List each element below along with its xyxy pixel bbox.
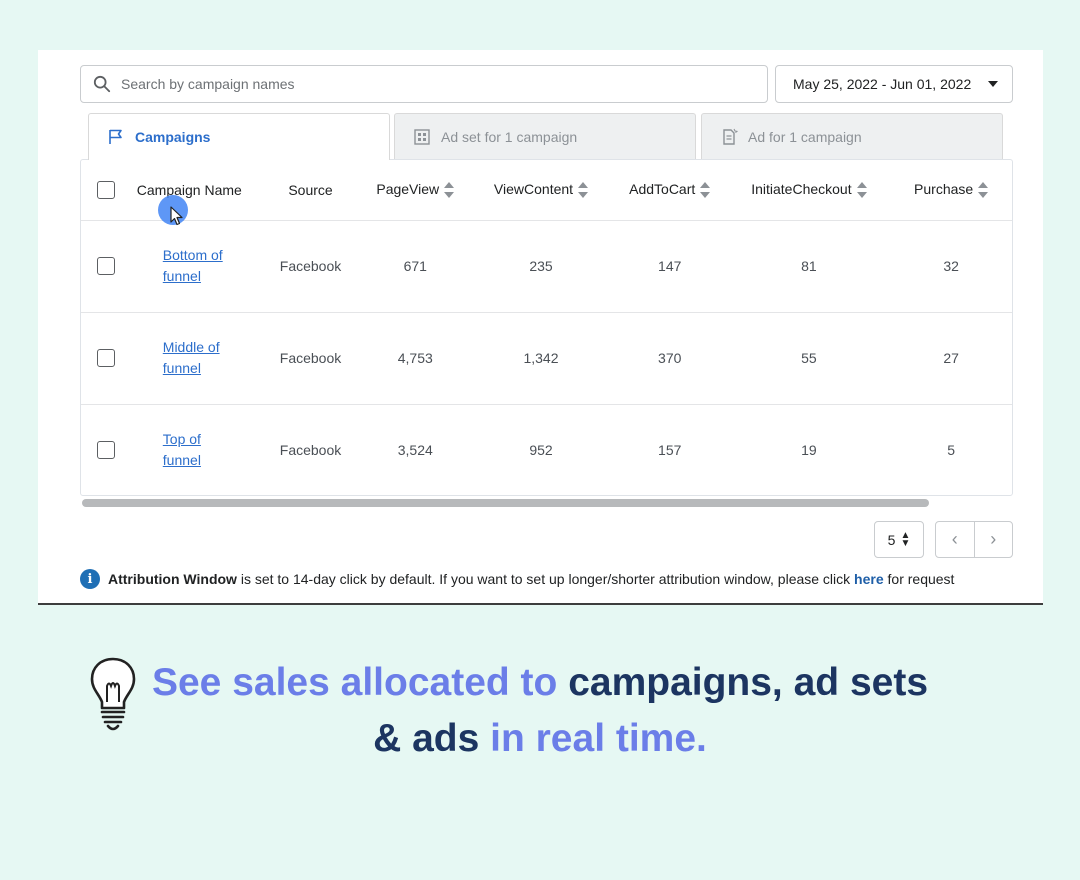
select-all-cell	[81, 160, 131, 220]
row-checkbox[interactable]	[96, 441, 115, 460]
table-row: Middle of funnel Facebook 4,753 1,342 370…	[81, 312, 1012, 404]
notice-strong: Attribution Window	[108, 571, 237, 587]
grid-icon	[414, 128, 430, 145]
tab-label: Campaigns	[135, 129, 211, 145]
app-panel: May 25, 2022 - Jun 01, 2022 Campaigns Ad…	[38, 50, 1043, 605]
headline: See sales allocated to campaigns, ad set…	[0, 655, 1080, 767]
campaign-table: Campaign Name Source PageView ViewConten…	[80, 159, 1013, 496]
per-page-select[interactable]: 5 ▲ ▼	[874, 521, 924, 558]
tab-label: Ad set for 1 campaign	[441, 128, 578, 145]
cell-initiatecheckout: 19	[801, 442, 817, 459]
cell-viewcontent: 1,342	[523, 350, 559, 366]
row-checkbox[interactable]	[96, 349, 115, 368]
headline-part2: campaigns, ad sets	[568, 661, 929, 704]
campaign-link[interactable]: Top of funnel	[163, 429, 235, 471]
column-header-pageview[interactable]: PageView	[360, 160, 470, 220]
cell-addtocart: 147	[658, 258, 682, 274]
cell-initiatecheckout: 55	[801, 350, 817, 366]
select-arrows-icon: ▲ ▼	[900, 529, 911, 549]
headline-part4: in real time.	[490, 717, 707, 760]
search-icon	[93, 75, 111, 93]
tab-ad-set[interactable]: Ad set for 1 campaign	[394, 113, 696, 159]
campaign-link[interactable]: Middle of funnel	[163, 337, 235, 379]
cell-source: Facebook	[279, 350, 342, 366]
caret-down-icon	[988, 81, 998, 87]
cell-initiatecheckout: 81	[801, 258, 817, 274]
search-box[interactable]	[80, 65, 768, 103]
headline-part1: See sales allocated to	[151, 661, 569, 704]
cell-viewcontent: 235	[529, 258, 553, 274]
table-header-row: Campaign Name Source PageView ViewConten…	[81, 160, 1012, 220]
cell-addtocart: 370	[658, 350, 682, 366]
cell-pageview: 3,524	[397, 442, 433, 459]
notice-text: is set to 14-day click by default. If yo…	[236, 571, 855, 587]
tab-label: Ad for 1 campaign	[748, 128, 862, 145]
cell-pageview: 4,753	[397, 350, 433, 366]
next-page-button[interactable]: ›	[975, 522, 1013, 557]
cell-purchase: 32	[943, 258, 959, 274]
sort-icon[interactable]	[856, 181, 867, 199]
date-range-label: May 25, 2022 - Jun 01, 2022	[793, 76, 972, 92]
sort-icon[interactable]	[978, 181, 989, 199]
sort-icon[interactable]	[444, 181, 455, 199]
table-row: Bottom of funnel Facebook 671 235 147 81 …	[81, 220, 1012, 312]
row-checkbox[interactable]	[96, 257, 115, 276]
cell-purchase: 5	[947, 442, 956, 459]
date-range-picker[interactable]: May 25, 2022 - Jun 01, 2022	[775, 65, 1013, 103]
tab-bar: Campaigns Ad set for 1 campaign Ad for 1…	[88, 113, 1008, 160]
sort-icon[interactable]	[700, 181, 711, 199]
previous-page-button[interactable]: ‹	[936, 522, 975, 557]
horizontal-scrollbar[interactable]	[82, 499, 929, 507]
column-header-addtocart[interactable]: AddToCart	[612, 160, 728, 220]
select-all-checkbox[interactable]	[96, 180, 115, 199]
tab-campaigns[interactable]: Campaigns	[88, 113, 390, 160]
pagination: ‹ ›	[935, 521, 1013, 558]
per-page-value: 5	[887, 531, 896, 548]
column-header-purchase[interactable]: Purchase	[890, 160, 1012, 220]
headline-part3: & ads	[373, 717, 491, 760]
here-link[interactable]: here	[854, 571, 884, 587]
pointer-cursor-icon	[158, 195, 188, 226]
notice-tail: for request	[883, 571, 955, 587]
cell-viewcontent: 952	[529, 442, 553, 459]
cell-pageview: 671	[403, 258, 427, 274]
attribution-notice: i Attribution Window is set to 14-day cl…	[80, 569, 954, 589]
tab-ad[interactable]: Ad for 1 campaign	[701, 113, 1003, 159]
column-header-campaign-name[interactable]: Campaign Name	[131, 160, 261, 220]
campaign-link[interactable]: Bottom of funnel	[163, 245, 235, 287]
column-header-viewcontent[interactable]: ViewContent	[470, 160, 612, 220]
search-input[interactable]	[121, 76, 767, 92]
column-header-initiatecheckout[interactable]: InitiateCheckout	[728, 160, 891, 220]
sort-icon[interactable]	[578, 181, 589, 199]
table-row: Top of funnel Facebook 3,524 952 157 19 5	[81, 404, 1012, 495]
info-icon: i	[80, 569, 100, 589]
cell-source: Facebook	[279, 258, 342, 274]
column-header-source[interactable]: Source	[261, 160, 361, 220]
cell-source: Facebook	[279, 442, 342, 459]
flag-icon	[109, 129, 122, 144]
cell-addtocart: 157	[658, 442, 682, 459]
cell-purchase: 27	[943, 350, 959, 366]
document-icon	[723, 128, 738, 145]
